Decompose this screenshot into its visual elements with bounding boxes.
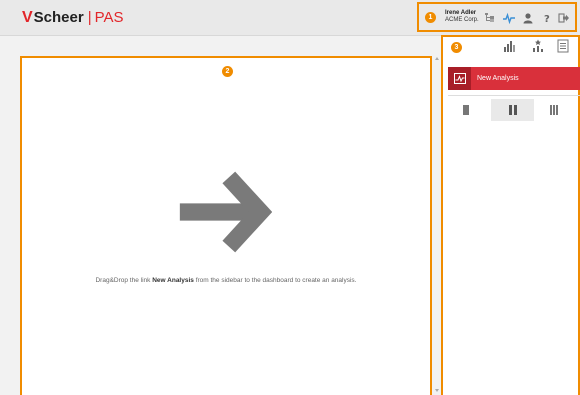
instruction-text-start: Drag&Drop the link	[95, 277, 153, 284]
user-icon[interactable]	[522, 12, 534, 24]
layout-one-column[interactable]	[444, 99, 487, 121]
bar-chart-icon[interactable]	[503, 39, 517, 53]
svg-text:?: ?	[544, 14, 550, 24]
app-logo[interactable]: V Scheer | PAS	[22, 9, 124, 27]
user-name[interactable]: Irene Adler	[445, 10, 476, 17]
sidebar-divider	[448, 95, 580, 96]
one-column-icon	[462, 105, 469, 115]
org-tree-icon[interactable]	[484, 12, 496, 24]
help-icon[interactable]: ?	[541, 12, 553, 24]
callout-badge-2: 2	[222, 66, 233, 77]
logo-separator: |	[87, 9, 92, 26]
instruction-link-name: New Analysis	[152, 277, 194, 284]
instruction-text-end: from the sidebar to the dashboard to cre…	[193, 277, 357, 284]
callout-badge-3: 3	[451, 42, 462, 53]
analysis-chart-icon	[448, 67, 471, 90]
user-area-highlight	[417, 2, 577, 32]
document-icon[interactable]	[556, 39, 570, 53]
two-columns-icon	[508, 105, 517, 115]
activity-icon[interactable]	[503, 12, 515, 24]
new-analysis-label: New Analysis	[477, 75, 519, 82]
logout-icon[interactable]	[558, 12, 570, 24]
new-analysis-link[interactable]: New Analysis	[448, 67, 580, 90]
user-company: ACME Corp.	[445, 17, 479, 23]
callout-badge-1: 1	[425, 12, 436, 23]
scroll-down-icon[interactable]	[435, 389, 439, 392]
ranking-chart-icon[interactable]	[531, 39, 545, 53]
arrow-right-icon	[179, 171, 272, 253]
layout-three-columns[interactable]	[532, 99, 575, 121]
logo-mark: V	[22, 9, 33, 26]
scroll-up-icon[interactable]	[435, 57, 439, 60]
three-columns-icon	[549, 105, 558, 115]
logo-brand: Scheer	[33, 9, 84, 26]
logo-product: PAS	[94, 9, 124, 26]
drag-drop-instruction: Drag&Drop the link New Analysis from the…	[20, 277, 432, 284]
layout-two-columns[interactable]	[491, 99, 534, 121]
main-scrollbar[interactable]	[434, 56, 439, 395]
